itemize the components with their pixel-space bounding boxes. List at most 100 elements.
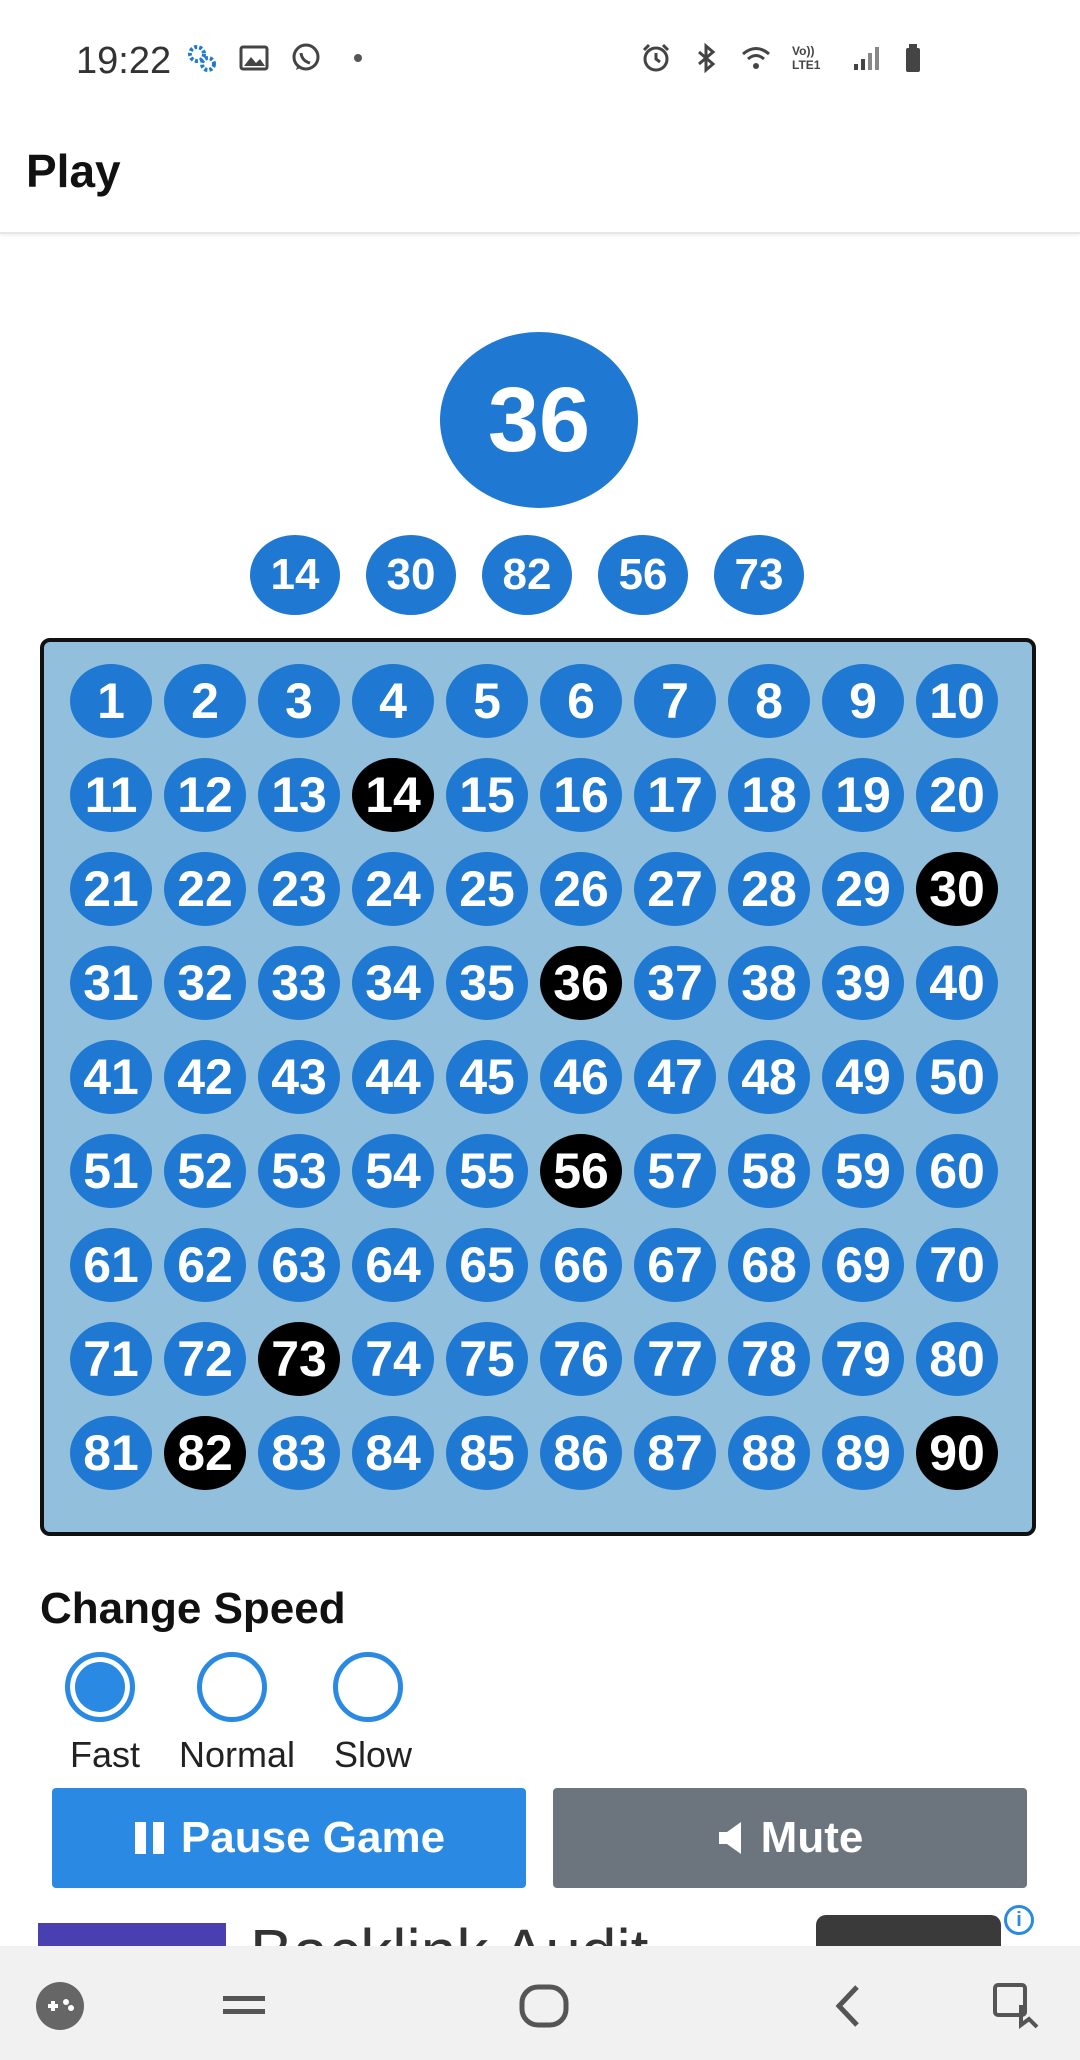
board-number: 43 <box>258 1040 340 1114</box>
board-number: 41 <box>70 1040 152 1114</box>
alarm-icon <box>642 43 670 72</box>
gallery-icon <box>239 45 269 71</box>
board-number: 89 <box>822 1416 904 1490</box>
board-number: 85 <box>446 1416 528 1490</box>
board-number: 37 <box>634 946 716 1020</box>
touch-assist-icon[interactable] <box>988 1976 1048 2036</box>
board-number: 13 <box>258 758 340 832</box>
status-icons-right: Vo)) LTE1 <box>640 42 932 74</box>
board-number: 81 <box>70 1416 152 1490</box>
board-number: 57 <box>634 1134 716 1208</box>
radio-label: Fast <box>69 1734 140 1775</box>
board-number: 25 <box>446 852 528 926</box>
recent-number-ball: 82 <box>482 535 572 615</box>
board-number: 6 <box>540 664 622 738</box>
board-number: 55 <box>446 1134 528 1208</box>
page-title: Play <box>26 145 121 197</box>
ad-text[interactable]: Backlink Audit <box>250 1915 648 1950</box>
board-number: 80 <box>916 1322 998 1396</box>
board-number: 69 <box>822 1228 904 1302</box>
app-header: Play <box>0 120 1080 234</box>
recent-apps-icon[interactable] <box>214 1976 274 2036</box>
board-number: 83 <box>258 1416 340 1490</box>
board-number: 79 <box>822 1322 904 1396</box>
board-number-called: 56 <box>540 1134 622 1208</box>
board-number: 27 <box>634 852 716 926</box>
speed-option-slow[interactable]: Slow <box>308 1652 438 1775</box>
board-number: 67 <box>634 1228 716 1302</box>
board-number: 28 <box>728 852 810 926</box>
bluetooth-icon <box>698 42 716 74</box>
radio-label: Normal <box>178 1734 295 1775</box>
board-number: 20 <box>916 758 998 832</box>
board-number: 3 <box>258 664 340 738</box>
mute-button[interactable]: Mute <box>553 1788 1027 1888</box>
status-icons-left <box>186 42 374 74</box>
board-number: 75 <box>446 1322 528 1396</box>
board-number: 51 <box>70 1134 152 1208</box>
current-number-ball: 36 <box>440 332 638 508</box>
back-icon[interactable] <box>818 1976 878 2036</box>
board-number: 49 <box>822 1040 904 1114</box>
board-number: 44 <box>352 1040 434 1114</box>
board-number: 26 <box>540 852 622 926</box>
whatsapp-icon <box>292 43 320 71</box>
board-number: 66 <box>540 1228 622 1302</box>
radio-button[interactable] <box>65 1652 135 1722</box>
board-number: 74 <box>352 1322 434 1396</box>
board-number: 77 <box>634 1322 716 1396</box>
board-number: 7 <box>634 664 716 738</box>
svg-text:Vo)): Vo)) <box>792 44 814 58</box>
board-number: 12 <box>164 758 246 832</box>
board-number-called: 73 <box>258 1322 340 1396</box>
board-number: 18 <box>728 758 810 832</box>
board-number: 61 <box>70 1228 152 1302</box>
board-number: 86 <box>540 1416 622 1490</box>
svg-text:LTE1: LTE1 <box>792 58 821 72</box>
recent-number-ball: 30 <box>366 535 456 615</box>
board-number: 68 <box>728 1228 810 1302</box>
board-number-called: 14 <box>352 758 434 832</box>
board-number: 32 <box>164 946 246 1020</box>
radio-button[interactable] <box>333 1652 403 1722</box>
speed-option-normal[interactable]: Normal <box>172 1652 302 1775</box>
board-number: 48 <box>728 1040 810 1114</box>
ad-cta-button[interactable] <box>816 1915 1001 1950</box>
board-number: 33 <box>258 946 340 1020</box>
radio-button[interactable] <box>197 1652 267 1722</box>
board-number: 50 <box>916 1040 998 1114</box>
recent-number-ball: 14 <box>250 535 340 615</box>
speed-option-fast[interactable]: Fast <box>40 1652 170 1775</box>
pause-game-button[interactable]: Pause Game <box>52 1788 526 1888</box>
board-number: 19 <box>822 758 904 832</box>
board-number: 38 <box>728 946 810 1020</box>
radio-label: Slow <box>333 1734 413 1775</box>
home-icon[interactable] <box>514 1976 574 2036</box>
battery-icon <box>906 44 920 72</box>
board-number: 9 <box>822 664 904 738</box>
board-number: 31 <box>70 946 152 1020</box>
recent-numbers: 14 30 82 56 73 <box>250 535 810 615</box>
board-number: 62 <box>164 1228 246 1302</box>
speaker-icon <box>718 1822 741 1854</box>
game-launcher-icon[interactable] <box>30 1976 90 2036</box>
board-number: 88 <box>728 1416 810 1490</box>
volte-icon: Vo)) LTE1 <box>792 44 821 72</box>
settings-icon <box>188 45 216 72</box>
ad-banner[interactable]: Backlink Audit i <box>0 1905 1080 1950</box>
board-number: 35 <box>446 946 528 1020</box>
board-number: 16 <box>540 758 622 832</box>
board-number-called: 36 <box>540 946 622 1020</box>
board-number: 4 <box>352 664 434 738</box>
board-number: 63 <box>258 1228 340 1302</box>
board-number: 46 <box>540 1040 622 1114</box>
ad-info-icon[interactable]: i <box>1004 1905 1034 1935</box>
status-bar: 19:22 Vo)) LTE1 <box>0 0 1080 120</box>
pause-button-label: Pause Game <box>180 1813 446 1862</box>
board-number: 78 <box>728 1322 810 1396</box>
board-number-called: 90 <box>916 1416 998 1490</box>
board-number: 34 <box>352 946 434 1020</box>
board-number: 15 <box>446 758 528 832</box>
board-number: 70 <box>916 1228 998 1302</box>
speed-title: Change Speed <box>40 1584 346 1633</box>
